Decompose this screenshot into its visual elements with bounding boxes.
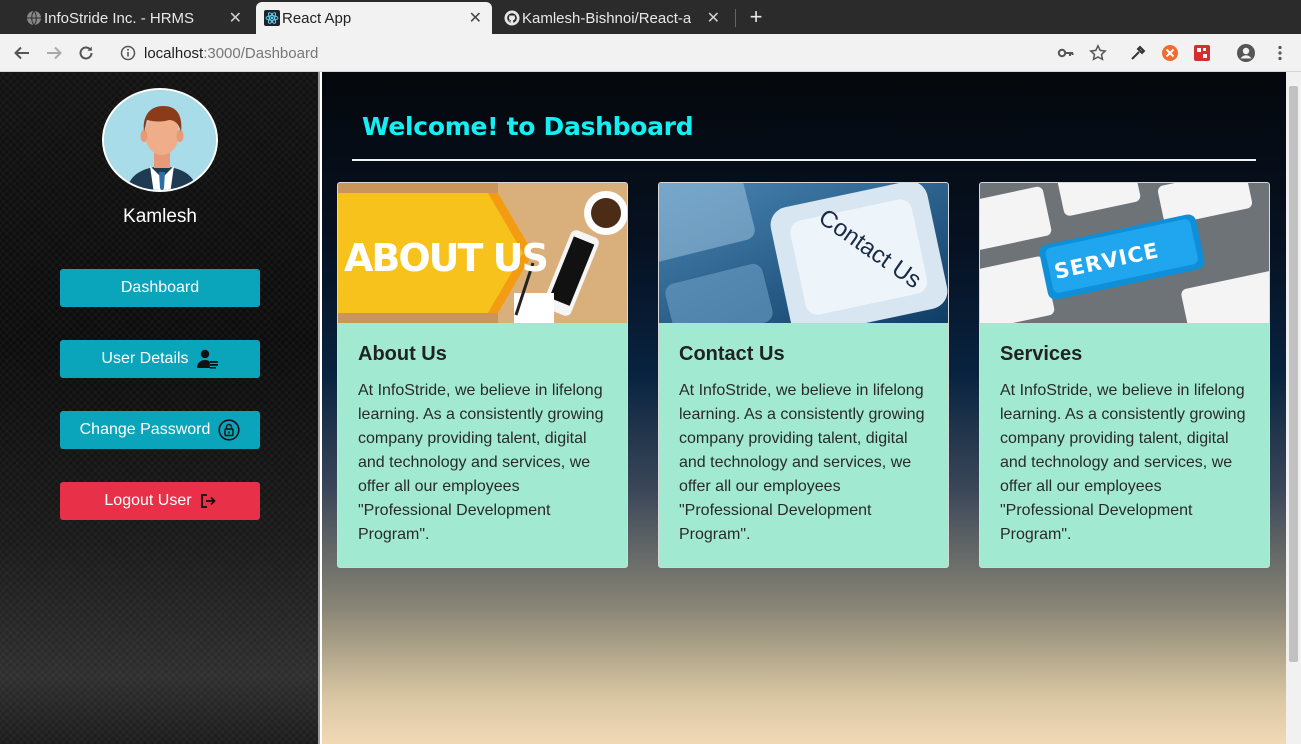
- close-icon[interactable]: ✕: [229, 8, 242, 28]
- url-host: localhost: [144, 44, 204, 62]
- url-text: localhost:3000/Dashboard: [144, 45, 318, 62]
- extension-orange[interactable]: [1158, 41, 1182, 65]
- nav-label: Change Password: [79, 421, 211, 438]
- user-details-button[interactable]: User Details: [60, 340, 260, 378]
- avatar: [102, 88, 218, 192]
- card-text: At InfoStride, we believe in lifelong le…: [679, 382, 925, 543]
- extension-red[interactable]: [1190, 41, 1214, 65]
- bookmark-button[interactable]: [1086, 41, 1110, 65]
- globe-icon: [27, 10, 41, 26]
- nav-label: Dashboard: [120, 279, 200, 296]
- close-icon[interactable]: ✕: [707, 8, 720, 28]
- tab-hrms[interactable]: InfoStride Inc. - HRMS ✕: [18, 2, 252, 34]
- password-key-button[interactable]: [1054, 41, 1078, 65]
- info-icon[interactable]: [118, 45, 138, 61]
- user-card-icon: [196, 349, 218, 369]
- menu-button[interactable]: [1268, 41, 1292, 65]
- back-button[interactable]: [10, 41, 34, 65]
- tab-title: React App: [282, 9, 352, 27]
- card-title: About Us: [358, 343, 447, 365]
- scrollbar-thumb[interactable]: [1289, 86, 1298, 662]
- github-icon: [504, 10, 520, 26]
- card-title: Services: [1000, 343, 1083, 365]
- browser-tab-bar: InfoStride Inc. - HRMS ✕ React App ✕ Kam…: [0, 0, 1301, 34]
- react-icon: [264, 10, 280, 26]
- services-image: SERVICE: [980, 183, 1269, 323]
- star-icon: [1089, 44, 1107, 61]
- card-title: Contact Us: [679, 343, 785, 365]
- main-content: Welcome! to Dashboard ABOUT US About Us …: [322, 72, 1286, 744]
- url-path: :3000/Dashboard: [203, 44, 319, 62]
- tab-title: Kamlesh-Bishnoi/React-a: [522, 9, 692, 27]
- forward-button[interactable]: [42, 41, 66, 65]
- card-text: At InfoStride, we believe in lifelong le…: [358, 382, 604, 543]
- lock-icon: [218, 419, 240, 441]
- extension-red-icon: [1194, 45, 1210, 61]
- account-icon: [1237, 44, 1255, 62]
- card-text: At InfoStride, we believe in lifelong le…: [1000, 382, 1246, 543]
- heading-divider: [352, 159, 1256, 161]
- new-tab-button[interactable]: +: [744, 4, 768, 30]
- card-about-us: ABOUT US About Us At InfoStride, we beli…: [337, 182, 628, 568]
- reload-icon: [79, 46, 93, 60]
- card-contact-us: Contact Us Contact Us At InfoStride, we …: [658, 182, 949, 568]
- tab-react-app[interactable]: React App ✕: [256, 2, 492, 34]
- arrow-left-icon: [14, 46, 29, 60]
- page-scrollbar[interactable]: [1286, 72, 1301, 744]
- contact-us-image: Contact Us: [659, 183, 948, 323]
- extension-orange-icon: [1162, 45, 1178, 61]
- profile-button[interactable]: [1234, 41, 1258, 65]
- username: Kamlesh: [123, 206, 197, 227]
- page-title: Welcome! to Dashboard: [362, 112, 694, 141]
- card-services: SERVICE Services At InfoStride, we belie…: [979, 182, 1270, 568]
- address-bar[interactable]: localhost:3000/Dashboard: [110, 38, 1055, 68]
- dashboard-button[interactable]: Dashboard: [60, 269, 260, 307]
- change-password-button[interactable]: Change Password: [60, 411, 260, 449]
- tab-title: InfoStride Inc. - HRMS: [44, 9, 195, 27]
- close-icon[interactable]: ✕: [469, 8, 482, 28]
- logout-button[interactable]: Logout User: [60, 482, 260, 520]
- kebab-menu-icon: [1278, 45, 1282, 61]
- reload-button[interactable]: [74, 41, 98, 65]
- tab-separator: [735, 9, 736, 27]
- arrow-right-icon: [47, 46, 62, 60]
- eyedropper-icon: [1131, 45, 1146, 60]
- eyedropper-extension[interactable]: [1126, 41, 1150, 65]
- sidebar: Kamlesh Dashboard User Details Change Pa…: [0, 72, 320, 744]
- about-us-image: ABOUT US: [338, 183, 627, 323]
- nav-label: User Details: [101, 350, 189, 367]
- browser-toolbar: localhost:3000/Dashboard: [0, 34, 1301, 72]
- page-content: Kamlesh Dashboard User Details Change Pa…: [0, 72, 1301, 744]
- nav-label: Logout User: [104, 492, 192, 509]
- user-avatar-icon: [104, 90, 216, 190]
- logout-icon: [200, 494, 216, 508]
- key-icon: [1057, 48, 1074, 58]
- tab-github[interactable]: Kamlesh-Bishnoi/React-a ✕: [496, 2, 730, 34]
- about-us-image-text: ABOUT US: [344, 236, 547, 280]
